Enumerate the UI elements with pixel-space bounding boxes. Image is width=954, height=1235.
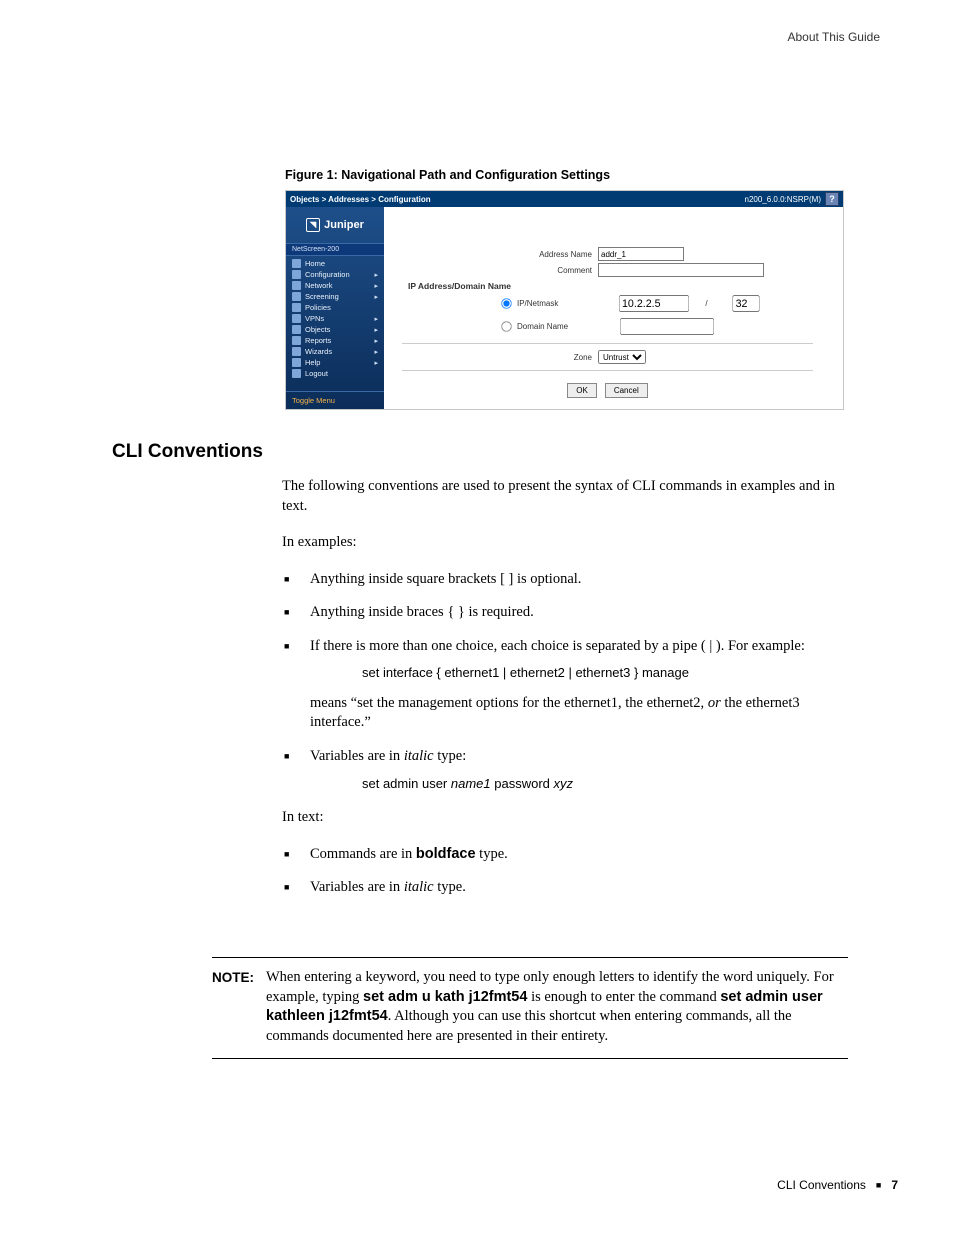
note-tag: NOTE:	[212, 968, 254, 1046]
nav-reports[interactable]: Reports▸	[286, 335, 384, 346]
li-variables: Variables are in italic type: set admin …	[282, 747, 842, 792]
para-in-text: In text:	[282, 808, 842, 828]
nav-objects[interactable]: Objects▸	[286, 324, 384, 335]
ip-section-head: IP Address/Domain Name	[408, 281, 813, 291]
note-block: NOTE: When entering a keyword, you need …	[212, 957, 848, 1059]
nav-network[interactable]: Network▸	[286, 280, 384, 291]
footer-title: CLI Conventions	[777, 1178, 866, 1192]
nav-screening[interactable]: Screening▸	[286, 291, 384, 302]
network-icon	[292, 281, 301, 290]
home-icon	[292, 259, 301, 268]
nav-home[interactable]: Home	[286, 258, 384, 269]
address-name-input[interactable]	[598, 247, 684, 261]
domain-name-radio[interactable]	[501, 321, 511, 331]
nav-vpns[interactable]: VPNs▸	[286, 313, 384, 324]
breadcrumb: Objects > Addresses > Configuration	[290, 195, 431, 204]
li-commands-bold: Commands are in boldface type.	[282, 845, 842, 865]
brand-logo: Juniper	[286, 207, 384, 244]
para-in-examples: In examples:	[282, 533, 842, 553]
divider	[402, 343, 813, 344]
page-number: 7	[891, 1178, 898, 1192]
li-brackets: Anything inside square brackets [ ] is o…	[282, 570, 842, 590]
vpns-icon	[292, 314, 301, 323]
code-example-1: set interface { ethernet1 | ethernet2 | …	[362, 664, 842, 682]
reports-icon	[292, 336, 301, 345]
comment-label: Comment	[402, 266, 598, 275]
wizards-icon	[292, 347, 301, 356]
logout-icon	[292, 369, 301, 378]
brand-text: Juniper	[324, 219, 364, 231]
version-label: n200_6.0.0:NSRP(M)	[745, 195, 821, 204]
footer-bullet-icon: ■	[876, 1180, 881, 1190]
policies-icon	[292, 303, 301, 312]
nav-wizards[interactable]: Wizards▸	[286, 346, 384, 357]
page-footer: CLI Conventions ■ 7	[112, 1178, 898, 1192]
domain-name-label: Domain Name	[517, 322, 568, 331]
nav-logout[interactable]: Logout	[286, 368, 384, 379]
domain-input[interactable]	[620, 318, 714, 335]
help-nav-icon	[292, 358, 301, 367]
logo-icon	[306, 218, 320, 232]
ip-netmask-label: IP/Netmask	[517, 299, 558, 308]
config-icon	[292, 270, 301, 279]
zone-select[interactable]: Untrust	[598, 350, 646, 364]
zone-label: Zone	[402, 353, 598, 362]
nav-policies[interactable]: Policies	[286, 302, 384, 313]
para-intro: The following conventions are used to pr…	[282, 477, 842, 516]
mask-input[interactable]	[732, 295, 759, 312]
screenshot-topbar: Objects > Addresses > Configuration n200…	[286, 191, 843, 207]
objects-icon	[292, 325, 301, 334]
li-pipe: If there is more than one choice, each c…	[282, 637, 842, 733]
cancel-button[interactable]: Cancel	[605, 383, 648, 398]
divider-2	[402, 370, 813, 371]
device-name: NetScreen-200	[286, 244, 384, 256]
screening-icon	[292, 292, 301, 301]
note-text: When entering a keyword, you need to typ…	[266, 968, 848, 1046]
nav-configuration[interactable]: Configuration▸	[286, 269, 384, 280]
ip-input[interactable]	[619, 295, 689, 312]
ip-netmask-radio[interactable]	[501, 298, 511, 308]
figure-caption: Figure 1: Navigational Path and Configur…	[285, 168, 610, 182]
toggle-menu-link[interactable]: Toggle Menu	[286, 391, 384, 409]
screenshot: Objects > Addresses > Configuration n200…	[285, 190, 844, 410]
comment-input[interactable]	[598, 263, 764, 277]
code-example-2: set admin user name1 password xyz	[362, 775, 842, 793]
nav-help[interactable]: Help▸	[286, 357, 384, 368]
mask-prefix: /	[702, 299, 710, 308]
section-title: CLI Conventions	[112, 441, 263, 463]
screenshot-form: Address Name Comment IP Address/Domain N…	[384, 207, 843, 409]
sidebar: Juniper NetScreen-200 Home Configuration…	[286, 207, 384, 409]
li-variables-italic: Variables are in italic type.	[282, 878, 842, 898]
sidebar-nav: Home Configuration▸ Network▸ Screening▸ …	[286, 256, 384, 391]
li-braces: Anything inside braces { } is required.	[282, 603, 842, 623]
ok-button[interactable]: OK	[567, 383, 597, 398]
running-header: About This Guide	[787, 30, 880, 44]
help-icon[interactable]: ?	[825, 192, 839, 206]
address-name-label: Address Name	[402, 250, 598, 259]
body-text: The following conventions are used to pr…	[282, 477, 842, 914]
